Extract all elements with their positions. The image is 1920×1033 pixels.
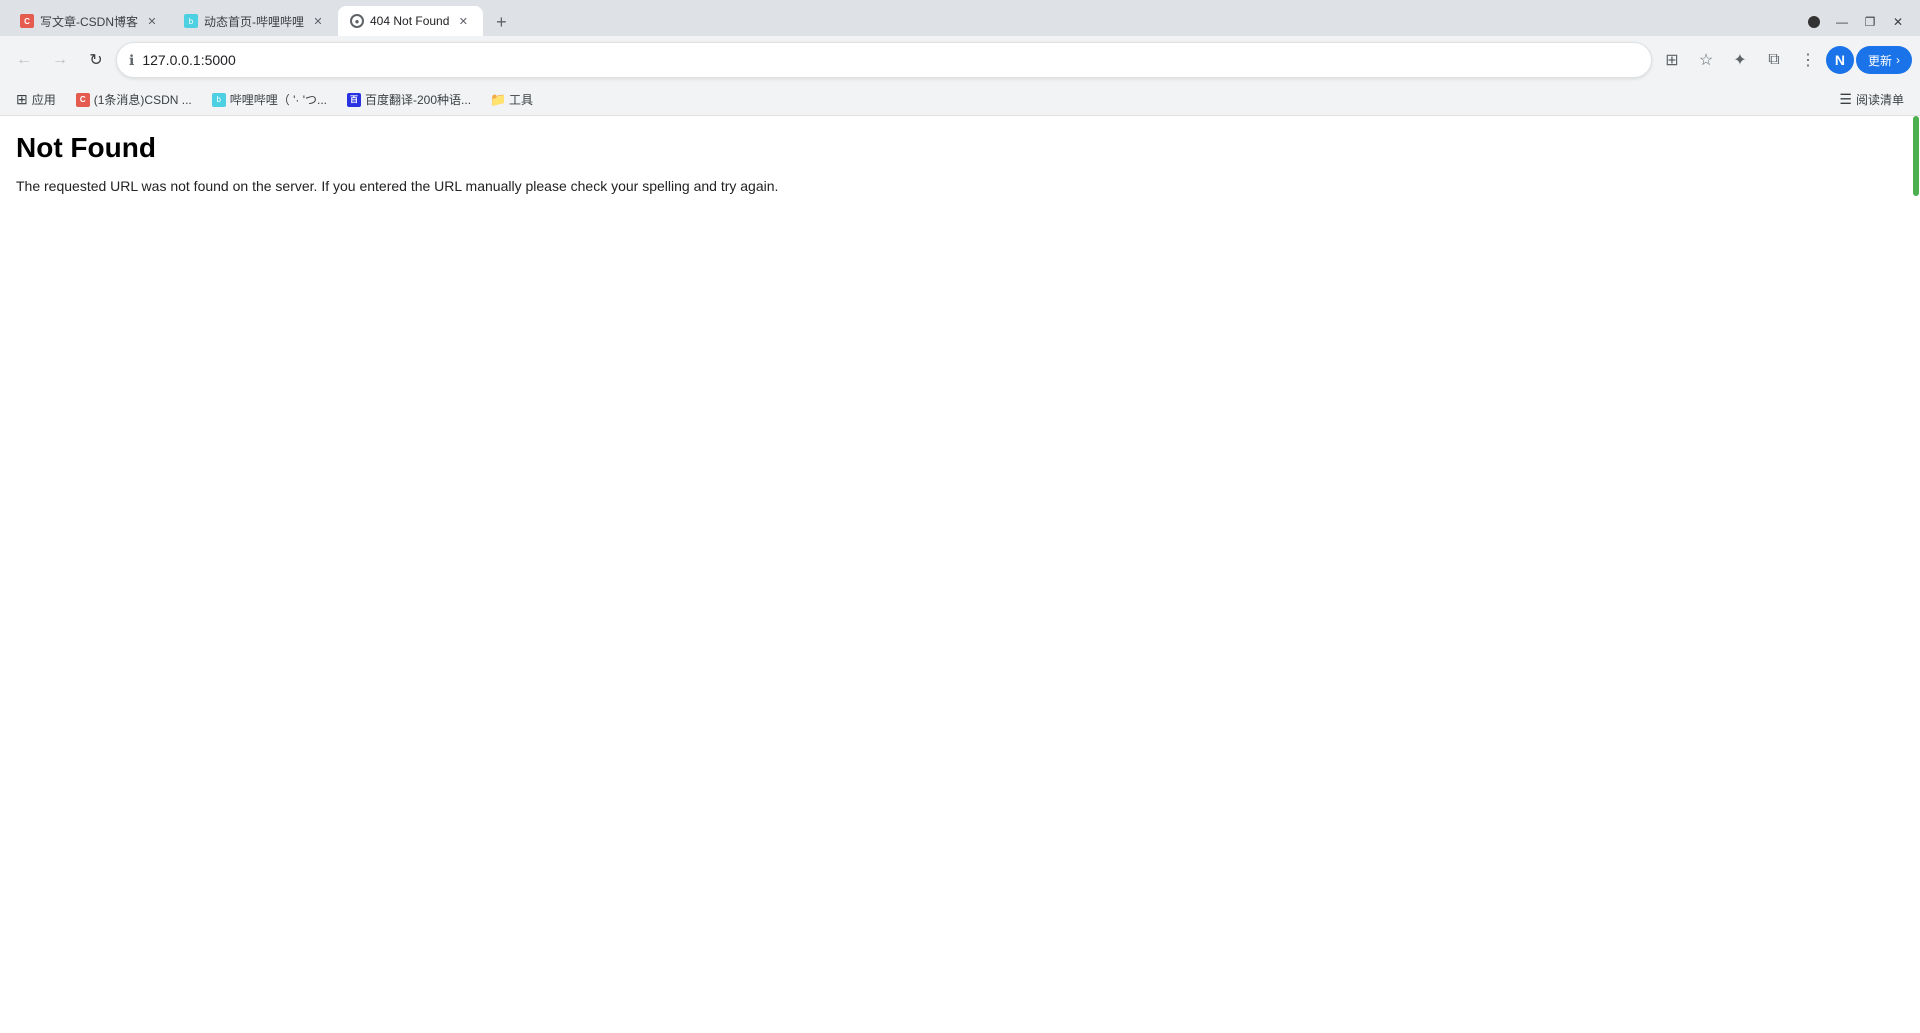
apps-label: 应用 (32, 91, 56, 108)
maximize-icon: ❐ (1865, 15, 1876, 29)
minimize-icon: — (1836, 15, 1848, 29)
bookmark-icon: ☆ (1699, 50, 1713, 70)
bookmark-label-csdn: (1条消息)CSDN ... (94, 91, 192, 108)
maximize-button[interactable]: ❐ (1856, 8, 1884, 36)
tab-favicon-404: ● (350, 14, 364, 28)
apps-grid-icon: ⊞ (16, 91, 28, 108)
bookmark-tools[interactable]: 📁 工具 (483, 88, 541, 112)
tab-label-bilibili: 动态首页-哔哩哔哩 (204, 13, 304, 30)
bookmark-favicon-tools: 📁 (491, 93, 505, 107)
scrollbar-track[interactable] (1912, 116, 1920, 1033)
address-input[interactable] (142, 52, 1639, 68)
folder-bookmark-icon: 📁 (491, 93, 505, 107)
tab-favicon-bilibili: b (184, 14, 198, 28)
bilibili-favicon-icon: b (184, 14, 198, 28)
bookmark-bilibili[interactable]: b 哔哩哔哩（ '· 'つ... (204, 88, 335, 112)
address-bar[interactable]: ℹ (116, 42, 1652, 78)
refresh-button[interactable]: ↻ (80, 44, 112, 76)
reading-list-icon: ☰ (1839, 91, 1852, 108)
tab-close-404[interactable]: ✕ (455, 13, 471, 29)
profile-letter: N (1835, 52, 1845, 68)
toolbar-right-icons: ⊞ ☆ ✦ ⧉ ⋮ N 更新 › (1656, 44, 1912, 76)
tab-bar: C 写文章-CSDN博客 ✕ b 动态首页-哔哩哔哩 ✕ ● 404 Not F… (0, 0, 1920, 36)
window-controls: — ❐ ✕ (1808, 8, 1912, 36)
tab-bilibili[interactable]: b 动态首页-哔哩哔哩 ✕ (172, 6, 338, 36)
page-description: The requested URL was not found on the s… (16, 176, 1904, 197)
menu-button[interactable]: ⋮ (1792, 44, 1824, 76)
browser-window: C 写文章-CSDN博客 ✕ b 动态首页-哔哩哔哩 ✕ ● 404 Not F… (0, 0, 1920, 1033)
tab-favicon-csdn: C (20, 14, 34, 28)
bookmark-favicon-bilibili: b (212, 93, 226, 107)
extensions-icon: ⧉ (1768, 51, 1779, 69)
grid-button[interactable]: ⊞ (1656, 44, 1688, 76)
close-button[interactable]: ✕ (1884, 8, 1912, 36)
update-arrow-icon: › (1896, 53, 1900, 67)
bookmark-favicon-baidu: 百 (347, 93, 361, 107)
security-icon: ℹ (129, 52, 134, 69)
toolbar: ← → ↻ ℹ ⊞ ☆ ✦ ⧉ ⋮ (0, 36, 1920, 84)
update-label: 更新 (1868, 52, 1892, 69)
page-heading: Not Found (16, 132, 1904, 164)
refresh-icon: ↻ (89, 50, 102, 70)
bookmark-label-baidu: 百度翻译-200种语... (365, 91, 471, 108)
tab-404[interactable]: ● 404 Not Found ✕ (338, 6, 483, 36)
update-button[interactable]: 更新 › (1856, 46, 1912, 74)
bookmark-csdn[interactable]: C (1条消息)CSDN ... (68, 88, 200, 112)
tab-close-bilibili[interactable]: ✕ (310, 13, 326, 29)
apps-button[interactable]: ⊞ 应用 (8, 88, 64, 112)
csdn-bookmark-icon: C (76, 93, 90, 107)
tab-label-404: 404 Not Found (370, 14, 449, 28)
tabs-container: C 写文章-CSDN博客 ✕ b 动态首页-哔哩哔哩 ✕ ● 404 Not F… (8, 6, 1808, 36)
reading-list-button[interactable]: ☰ 阅读清单 (1831, 88, 1912, 112)
tab-close-csdn[interactable]: ✕ (144, 13, 160, 29)
extensions-button[interactable]: ⧉ (1758, 44, 1790, 76)
profile-button[interactable]: N (1826, 46, 1854, 74)
bookmark-baidu[interactable]: 百 百度翻译-200种语... (339, 88, 479, 112)
bookmark-label-tools: 工具 (509, 91, 533, 108)
reading-list-label: 阅读清单 (1856, 91, 1904, 108)
close-icon: ✕ (1893, 15, 1903, 29)
tab-csdn[interactable]: C 写文章-CSDN博客 ✕ (8, 6, 172, 36)
customize-button[interactable]: ✦ (1724, 44, 1756, 76)
bookmarks-bar: ⊞ 应用 C (1条消息)CSDN ... b 哔哩哔哩（ '· 'つ... 百… (0, 84, 1920, 116)
scrollbar-thumb[interactable] (1913, 116, 1919, 196)
forward-icon: → (52, 51, 68, 69)
page-content: Not Found The requested URL was not foun… (0, 116, 1920, 1033)
bookmark-button[interactable]: ☆ (1690, 44, 1722, 76)
baidu-bookmark-icon: 百 (347, 93, 361, 107)
back-icon: ← (16, 51, 32, 69)
bookmark-favicon-csdn: C (76, 93, 90, 107)
new-tab-icon: + (496, 12, 507, 33)
csdn-favicon-icon: C (20, 14, 34, 28)
globe-favicon-icon: ● (350, 14, 364, 28)
new-tab-button[interactable]: + (487, 8, 515, 36)
tab-label-csdn: 写文章-CSDN博客 (40, 13, 138, 30)
record-dot (1808, 16, 1820, 28)
bookmark-label-bilibili: 哔哩哔哩（ '· 'つ... (230, 91, 327, 108)
customize-icon: ✦ (1733, 50, 1746, 70)
minimize-button[interactable]: — (1828, 8, 1856, 36)
bilibili-bookmark-icon: b (212, 93, 226, 107)
back-button[interactable]: ← (8, 44, 40, 76)
menu-icon: ⋮ (1800, 50, 1816, 70)
forward-button[interactable]: → (44, 44, 76, 76)
grid-icon: ⊞ (1665, 50, 1678, 70)
